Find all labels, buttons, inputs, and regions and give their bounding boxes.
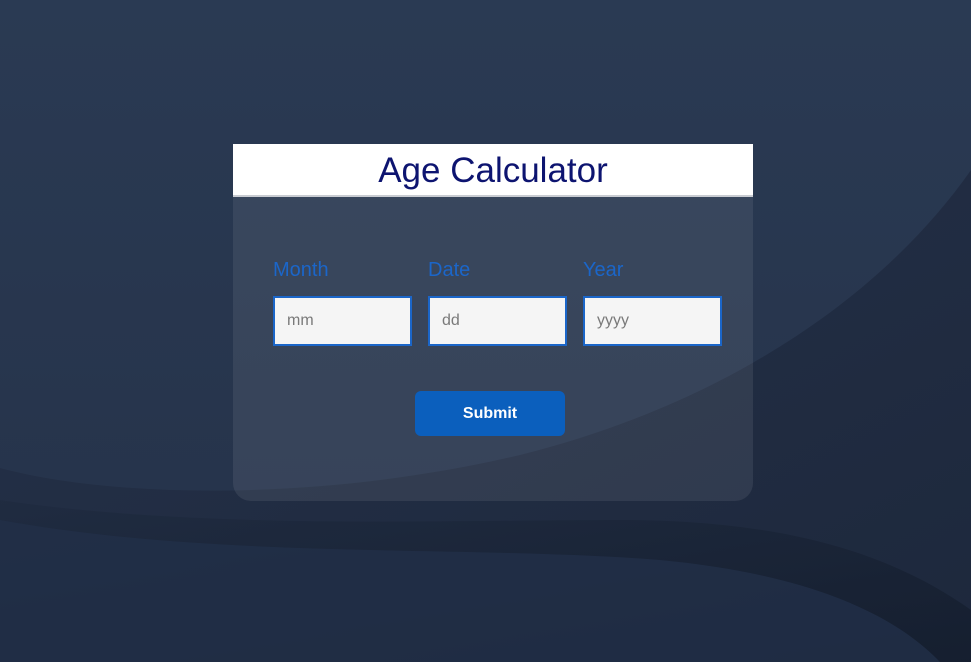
month-input[interactable] <box>273 296 412 346</box>
year-field: Year <box>583 258 722 346</box>
date-label: Date <box>428 259 471 281</box>
year-label: Year <box>583 259 624 281</box>
year-input[interactable] <box>583 296 722 346</box>
month-field: Month <box>273 258 412 346</box>
date-field: Date <box>428 258 567 346</box>
card-header: Age Calculator <box>233 144 753 197</box>
date-input[interactable] <box>428 296 567 346</box>
submit-button[interactable]: Submit <box>415 391 565 436</box>
page-title: Age Calculator <box>378 151 608 190</box>
month-label: Month <box>273 259 329 281</box>
age-calculator-card: Age Calculator Month Date Year Submit <box>233 144 753 501</box>
